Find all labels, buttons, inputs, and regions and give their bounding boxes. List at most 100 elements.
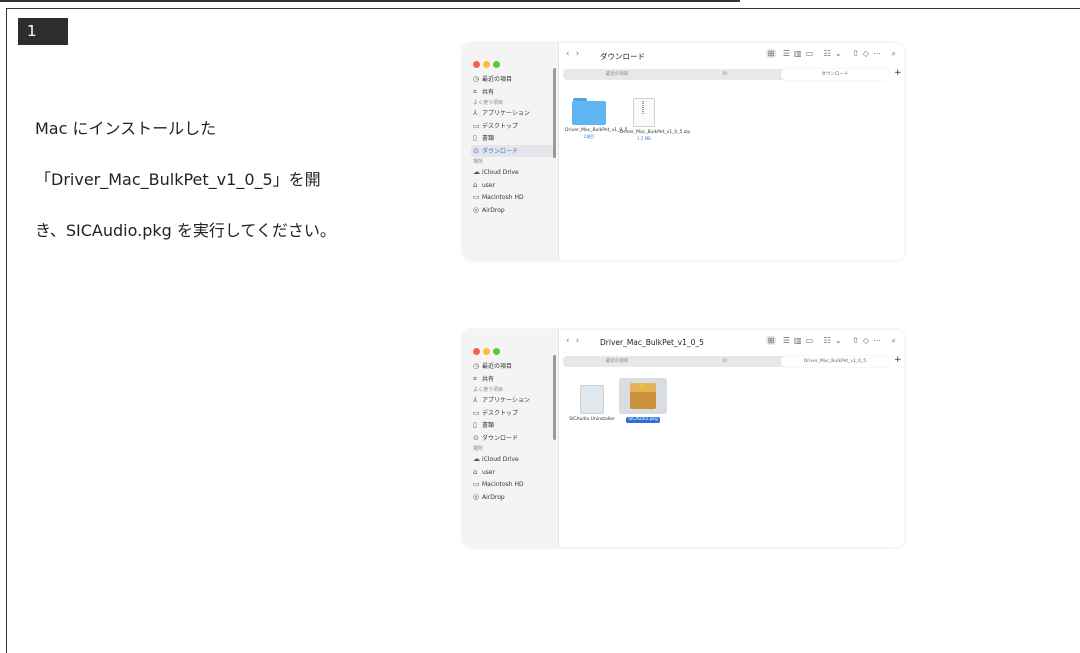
instruction-line-3: き、SICAudio.pkg を実行してください。 (35, 221, 336, 240)
document-icon: ▯ (473, 421, 477, 429)
tab-driver-folder[interactable]: Driver_Mac_BulkPet_v1_0_5 (781, 356, 889, 367)
file-info: 2項目 (583, 134, 595, 139)
sidebar-item-home[interactable]: ⌂ user (471, 466, 553, 479)
sidebar-item-macintosh-hd[interactable]: ▭ Macintosh HD (471, 478, 553, 491)
file-name: SICAudio Uninstaller (569, 417, 615, 422)
shared-icon: ⌗ (473, 374, 477, 383)
sidebar-section-favorites: よく使う項目 (473, 387, 504, 393)
clock-icon: ◷ (473, 362, 480, 370)
finder-toolbar: ‹› Driver_Mac_BulkPet_v1_0_5 ⊞ ☰▥▭ ☷⌄ ⇧◇… (558, 330, 904, 355)
tag-icon[interactable]: ◇ (863, 336, 873, 345)
sidebar-section-locations: 場所 (473, 446, 484, 452)
file-info: 1.5 MB (637, 136, 651, 141)
cloud-icon: ☁ (473, 168, 480, 176)
airdrop-icon: ◎ (473, 205, 480, 214)
icon-view-icon[interactable]: ⊞ (765, 49, 777, 58)
nav-arrows[interactable]: ‹› (566, 49, 585, 59)
finder-tab-bar: 最近の項目 IR Driver_Mac_BulkPet_v1_0_5 (563, 356, 889, 367)
forward-arrow-icon[interactable]: › (576, 49, 586, 59)
instruction-line-2: 「Driver_Mac_BulkPet_v1_0_5」を開 (35, 170, 321, 189)
sidebar-scrollbar[interactable] (553, 355, 556, 440)
nav-arrows[interactable]: ‹› (566, 336, 585, 346)
tab-ir[interactable]: IR (671, 69, 779, 80)
sidebar-item-home[interactable]: ⌂ user (471, 179, 553, 192)
list-view-icon[interactable]: ☰ (783, 336, 794, 345)
sidebar-item-recents[interactable]: ◷ 最近の項目 (471, 73, 553, 86)
home-icon: ⌂ (473, 180, 478, 189)
file-name-selected: SICAudio.pkg (626, 417, 660, 423)
gallery-view-icon[interactable]: ▭ (806, 336, 818, 345)
forward-arrow-icon[interactable]: › (576, 336, 586, 346)
finder-sidebar: ◷ 最近の項目 ⌗ 共有 よく使う項目 ⅄ アプリケーション ▭ デスクトップ ▯ 書類 … (463, 43, 559, 260)
column-view-icon[interactable]: ▥ (794, 336, 806, 345)
group-icon[interactable]: ☷⌄ (824, 49, 846, 58)
search-icon[interactable]: ⌕ (892, 336, 900, 345)
instruction-text: Mac にインストールした 「Driver_Mac_BulkPet_v1_0_5… (35, 103, 336, 256)
desktop-icon: ▭ (473, 408, 480, 417)
cloud-icon: ☁ (473, 455, 480, 463)
zip-icon (633, 98, 655, 127)
more-icon[interactable]: ⋯ (873, 336, 885, 345)
search-icon[interactable]: ⌕ (892, 49, 900, 58)
tab-recents[interactable]: 最近の項目 (563, 69, 671, 80)
new-tab-button[interactable]: + (894, 355, 902, 365)
tab-recents[interactable]: 最近の項目 (563, 356, 671, 367)
home-icon: ⌂ (473, 467, 478, 476)
sidebar-item-airdrop[interactable]: ◎ AirDrop (471, 204, 553, 217)
sidebar-item-icloud[interactable]: ☁ iCloud Drive (471, 166, 553, 179)
finder-sidebar: ◷ 最近の項目 ⌗ 共有 よく使う項目 ⅄ アプリケーション ▭ デスクトップ ▯ 書類 … (463, 330, 559, 547)
sidebar-scrollbar[interactable] (553, 68, 556, 158)
window-title: ダウンロード (600, 52, 645, 61)
column-view-icon[interactable]: ▥ (794, 49, 806, 58)
desktop-icon: ▭ (473, 121, 480, 130)
disk-icon: ▭ (473, 193, 480, 201)
tab-downloads[interactable]: ダウンロード (781, 69, 889, 80)
tab-ir[interactable]: IR (671, 356, 779, 367)
sidebar-item-desktop[interactable]: ▭ デスクトップ (471, 120, 553, 133)
file-item-pkg[interactable]: ✦ SICAudio.pkg (619, 378, 667, 423)
share-icon[interactable]: ⇧ (852, 49, 863, 58)
icon-view-icon[interactable]: ⊞ (765, 336, 777, 345)
file-item-zip[interactable]: Driver_Mac_BulkPet_v1_0_5.zip 1.5 MB (620, 98, 690, 141)
applications-icon: ⅄ (473, 109, 478, 117)
sidebar-item-airdrop[interactable]: ◎ AirDrop (471, 491, 553, 504)
sidebar-item-applications[interactable]: ⅄ アプリケーション (471, 107, 553, 120)
sidebar-item-shared[interactable]: ⌗ 共有 (471, 373, 553, 386)
sidebar-item-desktop[interactable]: ▭ デスクトップ (471, 407, 553, 420)
back-arrow-icon[interactable]: ‹ (566, 49, 576, 59)
document-icon (580, 385, 604, 414)
back-arrow-icon[interactable]: ‹ (566, 336, 576, 346)
share-icon[interactable]: ⇧ (852, 336, 863, 345)
close-window-icon[interactable] (473, 61, 480, 68)
finder-window-downloads: ◷ 最近の項目 ⌗ 共有 よく使う項目 ⅄ アプリケーション ▭ デスクトップ ▯ 書類 … (463, 43, 904, 260)
zoom-window-icon[interactable] (493, 348, 500, 355)
more-icon[interactable]: ⋯ (873, 49, 885, 58)
file-item-folder[interactable]: Driver_Mac_BulkPet_v1_0_5 2項目 (565, 98, 627, 140)
file-item-uninstaller[interactable]: SICAudio Uninstaller (568, 385, 616, 423)
sidebar-item-macintosh-hd[interactable]: ▭ Macintosh HD (471, 191, 553, 204)
sidebar-item-documents[interactable]: ▯ 書類 (471, 419, 553, 432)
tag-icon[interactable]: ◇ (863, 49, 873, 58)
download-icon: ⊙ (473, 433, 479, 442)
minimize-window-icon[interactable] (483, 348, 490, 355)
sidebar-item-recents[interactable]: ◷ 最近の項目 (471, 360, 553, 373)
sidebar-item-downloads[interactable]: ⊙ ダウンロード (471, 144, 553, 157)
sidebar-item-documents[interactable]: ▯ 書類 (471, 132, 553, 145)
sidebar-item-shared[interactable]: ⌗ 共有 (471, 86, 553, 99)
document-icon: ▯ (473, 134, 477, 142)
top-rule (0, 0, 740, 2)
sidebar-item-downloads[interactable]: ⊙ ダウンロード (471, 432, 553, 445)
new-tab-button[interactable]: + (894, 68, 902, 78)
list-view-icon[interactable]: ☰ (783, 49, 794, 58)
sidebar-item-applications[interactable]: ⅄ アプリケーション (471, 394, 553, 407)
zoom-window-icon[interactable] (493, 61, 500, 68)
package-icon: ✦ (626, 380, 660, 412)
sidebar-item-icloud[interactable]: ☁ iCloud Drive (471, 453, 553, 466)
minimize-window-icon[interactable] (483, 61, 490, 68)
finder-window-driver-folder: ◷ 最近の項目 ⌗ 共有 よく使う項目 ⅄ アプリケーション ▭ デスクトップ ▯ 書類 … (463, 330, 904, 547)
instruction-line-1: Mac にインストールした (35, 119, 217, 138)
close-window-icon[interactable] (473, 348, 480, 355)
group-icon[interactable]: ☷⌄ (824, 336, 846, 345)
gallery-view-icon[interactable]: ▭ (806, 49, 818, 58)
sidebar-section-locations: 場所 (473, 159, 484, 165)
